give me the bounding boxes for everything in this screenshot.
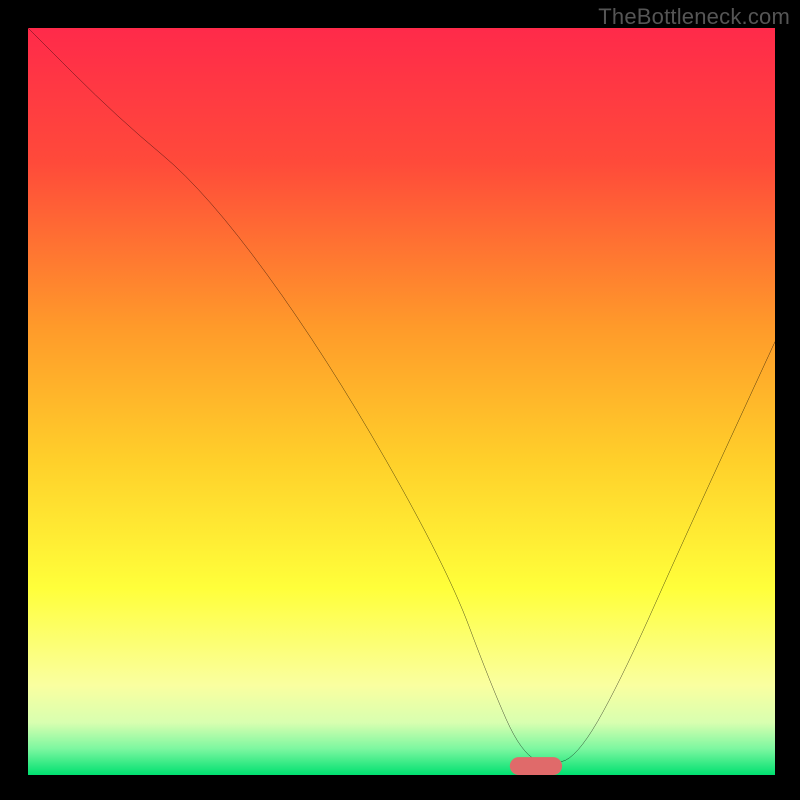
bottleneck-plot	[28, 28, 775, 775]
watermark-text: TheBottleneck.com	[598, 4, 790, 30]
optimum-marker	[510, 757, 562, 775]
plot-svg	[28, 28, 775, 775]
heat-background	[28, 28, 775, 775]
chart-frame: TheBottleneck.com	[0, 0, 800, 800]
